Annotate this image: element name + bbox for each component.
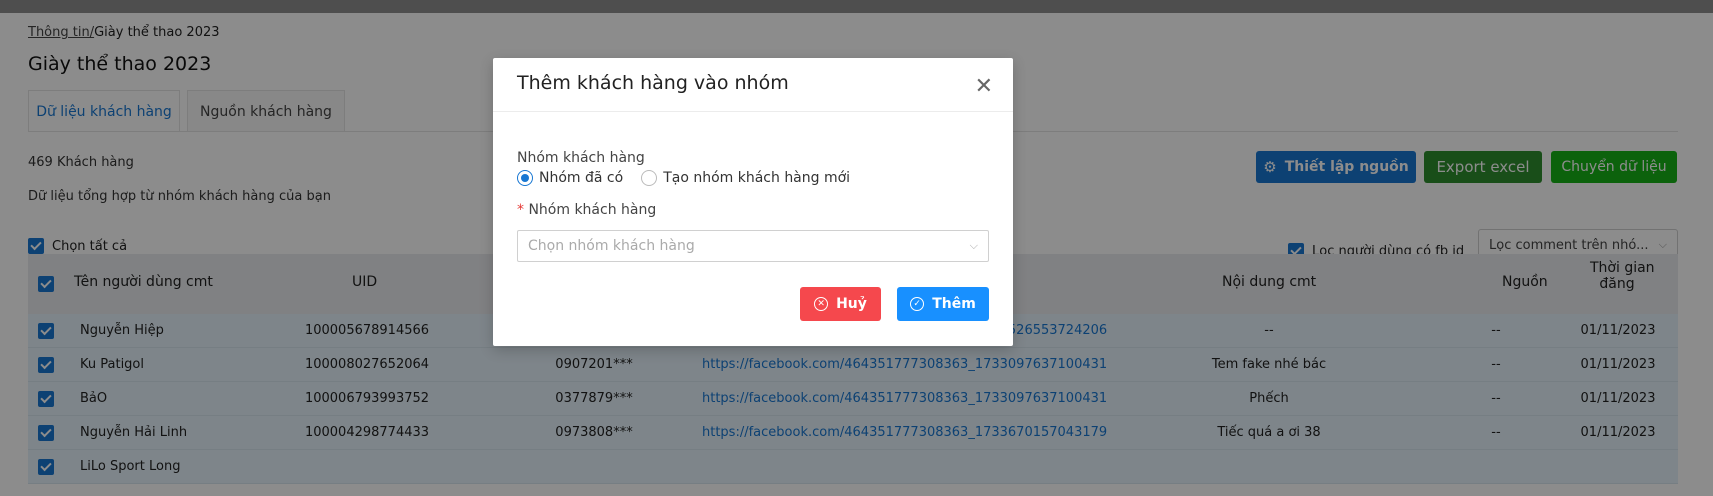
cancel-label: Huỷ — [836, 296, 867, 312]
close-circle-icon: ✕ — [814, 297, 829, 311]
radio-existing-label: Nhóm đã có — [539, 170, 624, 186]
group-type-label: Nhóm khách hàng — [517, 150, 645, 166]
radio-new-label: Tạo nhóm khách hàng mới — [663, 170, 851, 186]
radio-new-group[interactable] — [641, 170, 658, 186]
close-icon[interactable]: ✕ — [975, 74, 993, 99]
required-asterisk: * — [517, 202, 524, 218]
add-button[interactable]: ✓ Thêm — [897, 287, 989, 321]
check-circle-icon: ✓ — [910, 297, 925, 311]
radio-existing-group[interactable] — [517, 170, 533, 186]
modal-title: Thêm khách hàng vào nhóm — [517, 72, 789, 94]
modal-header: Thêm khách hàng vào nhóm ✕ — [493, 58, 1013, 112]
add-to-group-modal: Thêm khách hàng vào nhóm ✕ Nhóm khách hà… — [493, 58, 1013, 346]
group-type-radio-group: Nhóm đã có Tạo nhóm khách hàng mới — [517, 170, 850, 186]
group-select-placeholder: Chọn nhóm khách hàng — [528, 238, 695, 254]
group-select[interactable]: Chọn nhóm khách hàng ⌵ — [517, 230, 989, 262]
cancel-button[interactable]: ✕ Huỷ — [800, 287, 881, 321]
required-group-label: * Nhóm khách hàng — [517, 202, 656, 218]
required-group-text: Nhóm khách hàng — [528, 202, 657, 218]
chevron-down-icon: ⌵ — [969, 239, 978, 252]
add-label: Thêm — [932, 296, 976, 312]
